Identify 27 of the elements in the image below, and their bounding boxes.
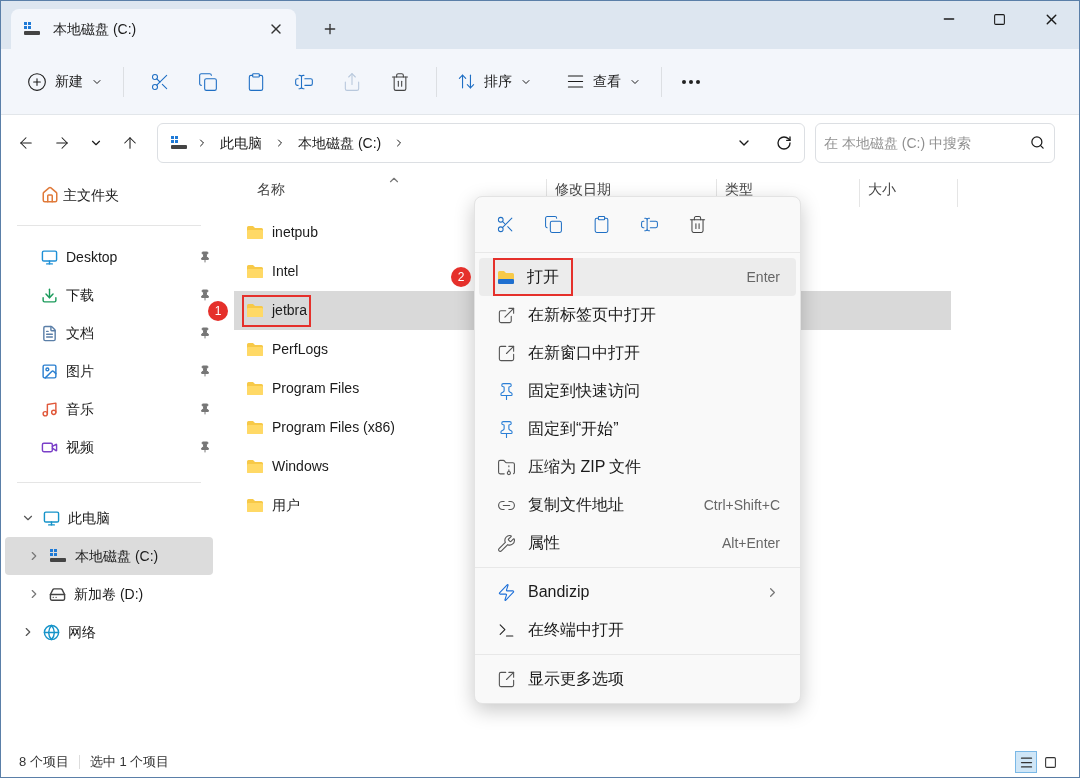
menu-label: 在终端中打开 [528,620,624,640]
file-name: Program Files [272,379,360,398]
shortcut-text: Alt+Enter [722,533,780,553]
step-marker: 1 [208,300,228,321]
menu-label: 在新窗口中打开 [528,343,640,363]
step-marker: 2 [451,267,471,287]
file-name: Program Files (x86) [272,418,395,437]
file-name: 用户 [272,496,300,515]
menu-label: 属性 [528,533,560,553]
file-name: inetpub [272,223,318,242]
menu-label: 压缩为 ZIP 文件 [528,457,642,477]
shortcut-text: Enter [746,267,780,287]
file-name: jetbra [272,301,308,320]
tab-title: 本地磁盘 (C:) [53,19,138,39]
menu-label: 显示更多选项 [528,669,624,689]
shortcut-text: Ctrl+Shift+C [703,495,780,515]
menu-label: Bandizip [528,582,590,602]
file-name: Windows [272,457,329,476]
menu-label: 复制文件地址 [528,495,624,515]
menu-label: 固定到快速访问 [528,381,640,401]
status-text: 8 个项目 [19,753,69,772]
menu-label: 打开 [527,267,559,287]
status-text: 选中 1 个项目 [89,753,170,772]
menu-label: 在新标签页中打开 [528,305,656,325]
file-name: Intel [272,262,299,281]
file-name: PerfLogs [272,340,329,359]
menu-label: 固定到“开始” [528,419,619,439]
